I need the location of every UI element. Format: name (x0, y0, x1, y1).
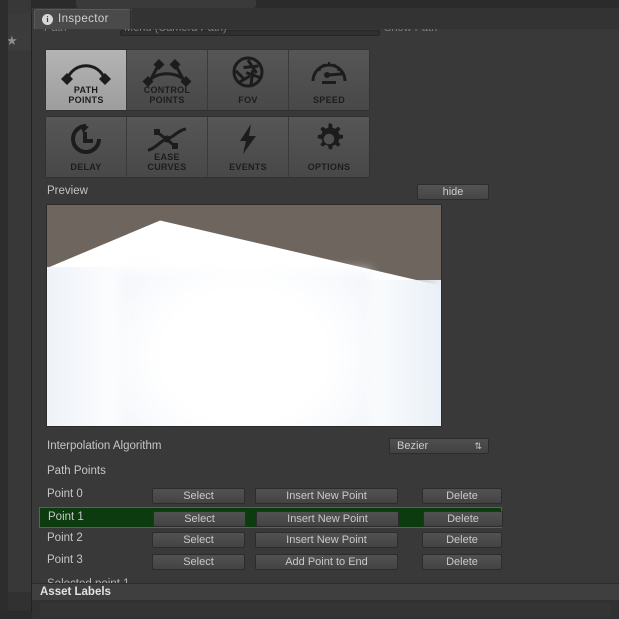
preview-label: Preview (47, 185, 88, 197)
delete-point-button[interactable]: Delete (423, 511, 503, 527)
add-point-to-end-button[interactable]: Add Point to End (255, 554, 398, 570)
clipped-header-mid: Menu (Camera Path) (124, 29, 227, 34)
gear-icon (289, 123, 369, 154)
path-point-row-1[interactable]: Point 1 Select Insert New Point Delete (39, 507, 503, 528)
preview-right-shading (354, 280, 441, 426)
hide-preview-button[interactable]: hide (417, 184, 489, 200)
clipped-component-header: Path Menu (Camera Path) Show Path (32, 29, 619, 38)
interpolation-algorithm-dropdown[interactable]: Bezier ⇅ (389, 438, 489, 454)
path-point-name: Point 3 (47, 554, 83, 566)
path-points-icon (46, 57, 126, 87)
mode-button-events[interactable]: EVENTS (208, 117, 289, 177)
mode-row-2: DELAY EASE CURVES EVENTS OPTIONS (45, 116, 370, 178)
inspector-window: i Inspector Path Menu (Camera Path) Show… (32, 8, 619, 619)
mode-row-1: PATH POINTS CONTROL POINTS FOV SPEED (45, 49, 370, 111)
asset-labels-body (32, 600, 619, 619)
mode-button-path-points[interactable]: PATH POINTS (46, 50, 127, 110)
inspector-body: PATH POINTS CONTROL POINTS FOV SPEED DEL… (32, 38, 619, 590)
asset-labels-bar[interactable]: Asset Labels (32, 583, 619, 601)
mode-button-control-points[interactable]: CONTROL POINTS (127, 50, 208, 110)
path-points-title: Path Points (47, 465, 106, 477)
insert-new-point-button[interactable]: Insert New Point (255, 488, 398, 504)
insert-new-point-button[interactable]: Insert New Point (256, 511, 399, 527)
clipped-header-left: Path (44, 29, 67, 34)
path-point-name: Point 1 (48, 511, 84, 523)
label-line-1: DELAY (70, 162, 102, 172)
mode-button-ease-curves[interactable]: EASE CURVES (127, 117, 208, 177)
lightning-icon (208, 124, 288, 154)
mode-button-events-label: EVENTS (208, 162, 288, 172)
label-line-1: OPTIONS (307, 162, 351, 172)
label-line-1: CONTROL (143, 85, 191, 95)
mode-button-delay-label: DELAY (46, 162, 126, 172)
clipped-header-right: Show Path (384, 29, 437, 34)
mode-button-fov[interactable]: FOV (208, 50, 289, 110)
mode-button-speed[interactable]: SPEED (289, 50, 369, 110)
asset-labels-field[interactable] (40, 603, 611, 617)
select-point-button[interactable]: Select (153, 511, 246, 527)
delete-point-button[interactable]: Delete (422, 532, 502, 548)
mode-button-options-label: OPTIONS (289, 162, 369, 172)
mode-button-speed-label: SPEED (289, 95, 369, 105)
label-line-2: POINTS (149, 95, 185, 105)
preview-left-shading (47, 266, 126, 426)
path-point-row-2[interactable]: Point 2 Select Insert New Point Delete (39, 529, 502, 550)
insert-new-point-button[interactable]: Insert New Point (255, 532, 398, 548)
label-line-1: PATH (73, 85, 99, 95)
mode-button-grid: PATH POINTS CONTROL POINTS FOV SPEED DEL… (45, 49, 370, 182)
interpolation-algorithm-label: Interpolation Algorithm (47, 440, 162, 452)
path-point-row-3[interactable]: Point 3 Select Add Point to End Delete (39, 551, 502, 572)
interpolation-algorithm-value: Bezier (397, 440, 429, 452)
delete-point-button[interactable]: Delete (422, 488, 502, 504)
preview-light-glow (117, 271, 371, 426)
speedometer-icon (289, 57, 369, 87)
label-line-1: SPEED (312, 95, 345, 105)
tabbar-empty-area (132, 8, 619, 30)
top-band-tab-stub (76, 0, 256, 8)
clock-rewind-icon (46, 124, 126, 154)
ease-curve-icon (127, 124, 207, 154)
tab-inspector-label: Inspector (58, 13, 109, 25)
mode-button-ease-curves-label: EASE CURVES (127, 152, 207, 172)
mode-button-control-points-label: CONTROL POINTS (127, 85, 207, 105)
chevron-updown-icon: ⇅ (474, 441, 482, 451)
path-point-name: Point 2 (47, 532, 83, 544)
label-line-1: FOV (238, 95, 258, 105)
path-point-name: Point 0 (47, 488, 83, 500)
select-point-button[interactable]: Select (152, 554, 245, 570)
delete-point-button[interactable]: Delete (422, 554, 502, 570)
path-point-row-0[interactable]: Point 0 Select Insert New Point Delete (39, 485, 502, 506)
preview-render[interactable] (46, 204, 442, 427)
select-point-button[interactable]: Select (152, 532, 245, 548)
inspector-tabbar: i Inspector (32, 8, 619, 30)
mode-button-fov-label: FOV (208, 95, 288, 105)
mode-button-path-points-label: PATH POINTS (46, 85, 126, 105)
label-line-2: POINTS (68, 95, 104, 105)
tab-inspector[interactable]: i Inspector (34, 9, 131, 29)
aperture-icon (208, 56, 288, 88)
info-icon: i (42, 14, 53, 25)
left-window-gutter (0, 0, 8, 611)
label-line-1: EVENTS (229, 162, 267, 172)
label-line-1: EASE (154, 152, 180, 162)
asset-labels-title: Asset Labels (40, 586, 111, 598)
mode-button-options[interactable]: OPTIONS (289, 117, 369, 177)
mode-button-delay[interactable]: DELAY (46, 117, 127, 177)
control-points-icon (127, 57, 207, 87)
select-point-button[interactable]: Select (152, 488, 245, 504)
label-line-2: CURVES (147, 162, 187, 172)
screen-root: ▼☰ ★ ch3 s i Inspector Path Menu (Camera… (0, 0, 619, 619)
